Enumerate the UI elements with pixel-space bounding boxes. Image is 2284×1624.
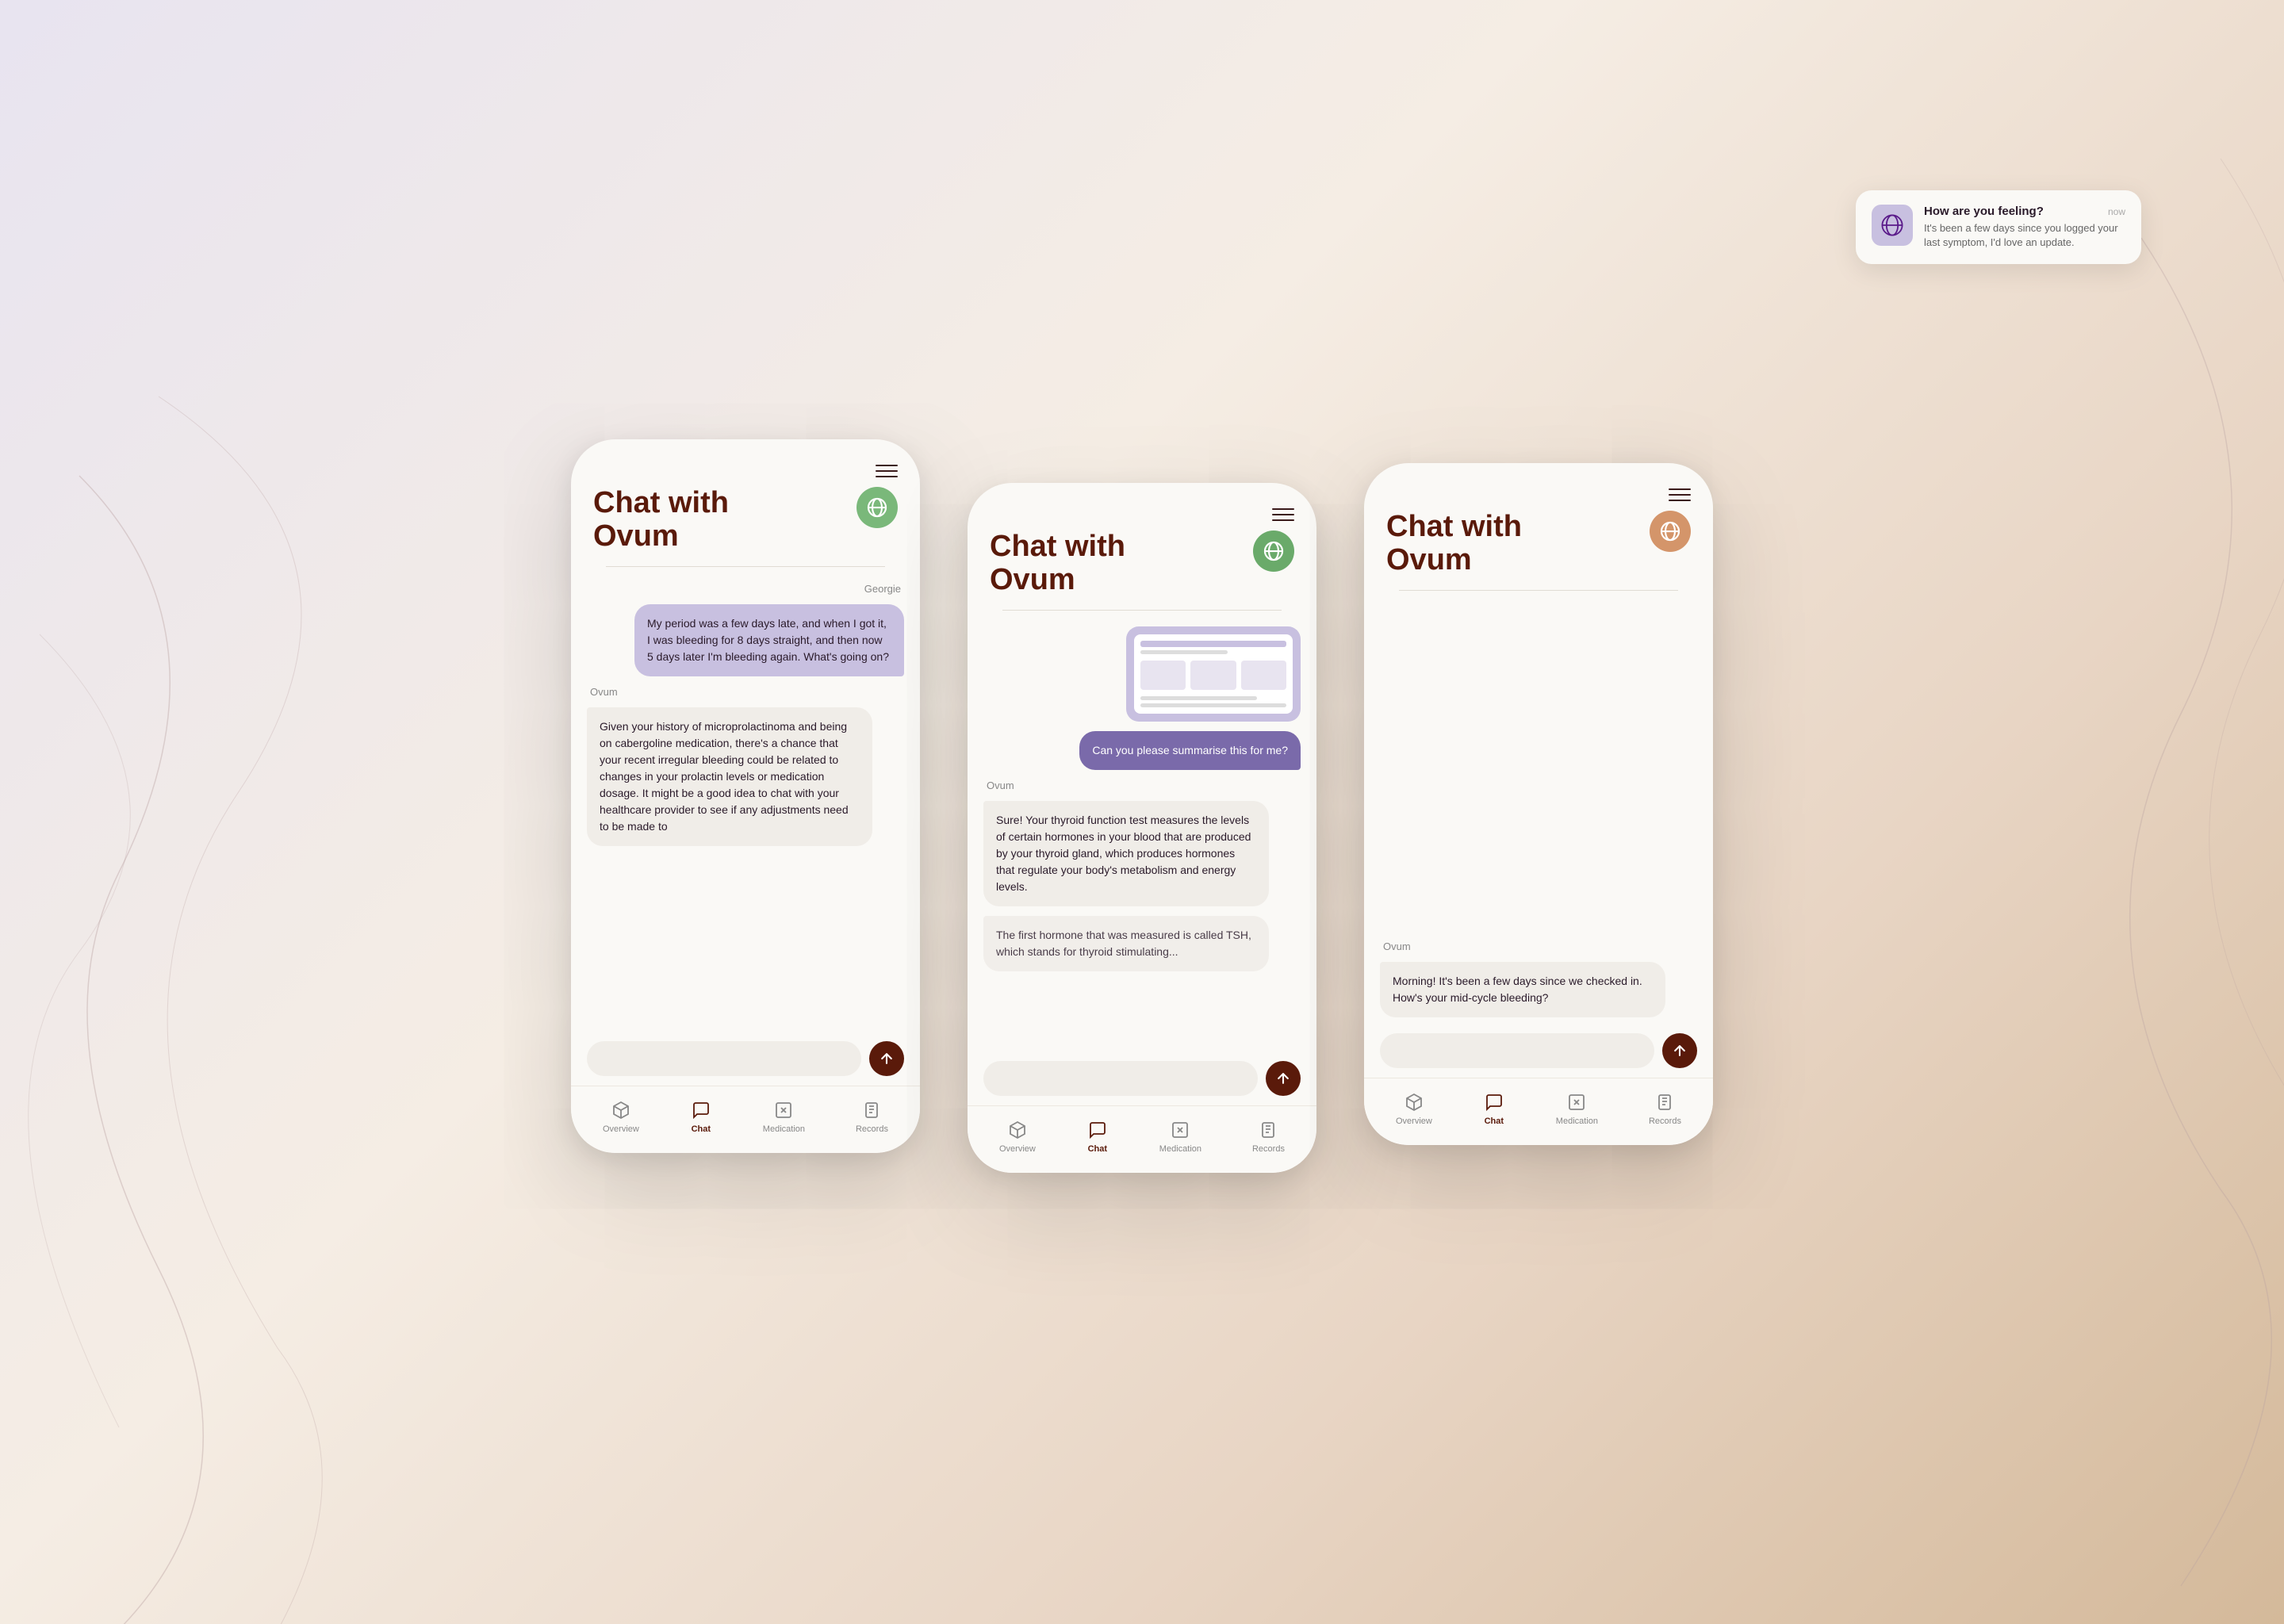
phone-2-menu-icon[interactable] [1272, 508, 1294, 521]
phone-2-ovum-icon[interactable] [1253, 530, 1294, 572]
chat-icon-2 [1086, 1119, 1109, 1141]
phone-3-nav-overview-label: Overview [1396, 1116, 1432, 1126]
phone-2-nav-medication-label: Medication [1159, 1144, 1201, 1154]
phone-3-nav-records-label: Records [1649, 1116, 1681, 1126]
phone-1-title: Chat with Ovum [593, 487, 729, 553]
phone-3-send-btn[interactable] [1662, 1033, 1697, 1068]
phone-1-bottom-nav: Overview Chat Medication [571, 1086, 920, 1153]
overview-icon-2 [1006, 1119, 1029, 1141]
phone-3-nav-medication[interactable]: Medication [1543, 1088, 1611, 1129]
phone-3-ovum-icon[interactable] [1650, 511, 1691, 552]
phone-3-input-bar [1364, 1024, 1713, 1078]
phone-1-nav-chat[interactable]: Chat [677, 1096, 725, 1137]
phone-3-nav-records[interactable]: Records [1636, 1088, 1694, 1129]
phone-3-ai-label: Ovum [1380, 940, 1697, 952]
chat-icon [690, 1099, 712, 1121]
overview-icon [610, 1099, 632, 1121]
phone-3-menu-icon[interactable] [1669, 488, 1691, 501]
phone-3-ai-bubble: Morning! It's been a few days since we c… [1380, 962, 1665, 1017]
phone-2-nav-chat-label: Chat [1088, 1144, 1107, 1154]
medication-icon [772, 1099, 795, 1121]
phone-3-input[interactable] [1380, 1033, 1654, 1068]
phone-2-title: Chat with Ovum [990, 530, 1125, 597]
phone-1-ai-bubble: Given your history of microprolactinoma … [587, 707, 872, 846]
phone-3: Chat with Ovum Ovum Morning! It's been a… [1364, 463, 1713, 1145]
phone-1-nav-overview[interactable]: Overview [590, 1096, 652, 1137]
phone-1-nav-overview-label: Overview [603, 1124, 639, 1134]
phone-3-nav-overview[interactable]: Overview [1383, 1088, 1445, 1129]
records-icon-2 [1257, 1119, 1279, 1141]
phone-2-ai-bubble-2: The first hormone that was measured is c… [983, 916, 1269, 971]
phone-2-bottom-nav: Overview Chat Medication [968, 1105, 1316, 1173]
phone-2-nav-medication[interactable]: Medication [1147, 1116, 1214, 1157]
phone-2-send-btn[interactable] [1266, 1061, 1301, 1096]
phone-2-user-bubble: Can you please summarise this for me? [1079, 731, 1301, 770]
phone-1-ai-label: Ovum [587, 686, 904, 698]
phone-3-nav-chat-label: Chat [1485, 1116, 1504, 1126]
phone-2-input[interactable] [983, 1061, 1258, 1096]
medication-icon-2 [1169, 1119, 1191, 1141]
overview-icon-3 [1403, 1091, 1425, 1113]
phone-1-nav-records[interactable]: Records [843, 1096, 901, 1137]
phone-2-ai-bubble-1: Sure! Your thyroid function test measure… [983, 801, 1269, 906]
phone-3-title: Chat with Ovum [1386, 511, 1522, 577]
doc-preview [1134, 634, 1293, 714]
records-icon-3 [1654, 1091, 1676, 1113]
phone-1-chat-area: Georgie My period was a few days late, a… [571, 576, 920, 1032]
records-icon [860, 1099, 883, 1121]
medication-icon-3 [1565, 1091, 1588, 1113]
phone-2-ai-label: Ovum [983, 779, 1301, 791]
phone-2: Chat with Ovum [968, 483, 1316, 1173]
phone-1-nav-medication[interactable]: Medication [750, 1096, 818, 1137]
phone-1-input-bar [571, 1032, 920, 1086]
phone-3-bottom-nav: Overview Chat Medication [1364, 1078, 1713, 1145]
phone-1-nav-records-label: Records [856, 1124, 888, 1134]
phone-1-input[interactable] [587, 1041, 861, 1076]
phones-container: Chat with Ovum Georgie My period was a f… [0, 0, 2284, 1624]
phone-2-nav-chat[interactable]: Chat [1074, 1116, 1121, 1157]
phone-2-nav-overview[interactable]: Overview [987, 1116, 1048, 1157]
phone-2-input-bar [968, 1051, 1316, 1105]
phone-3-nav-chat[interactable]: Chat [1470, 1088, 1518, 1129]
phone-1-user-bubble: My period was a few days late, and when … [634, 604, 904, 676]
phone-2-nav-records-label: Records [1252, 1144, 1285, 1154]
phone-1-header: Chat with Ovum [571, 439, 920, 566]
phone-2-nav-records[interactable]: Records [1240, 1116, 1297, 1157]
phone-2-doc-bubble [1126, 626, 1301, 722]
phone-1-ovum-icon[interactable] [856, 487, 898, 528]
phone-3-header: Chat with Ovum [1364, 463, 1713, 590]
phone-1-menu-icon[interactable] [876, 465, 898, 477]
phone-1-nav-chat-label: Chat [692, 1124, 711, 1134]
phone-2-nav-overview-label: Overview [999, 1144, 1036, 1154]
phone-1: Chat with Ovum Georgie My period was a f… [571, 439, 920, 1153]
chat-icon-3 [1483, 1091, 1505, 1113]
phone-3-chat-area: Ovum Morning! It's been a few days since… [1364, 600, 1713, 1024]
phone-1-nav-medication-label: Medication [763, 1124, 805, 1134]
phone-1-user-label: Georgie [587, 583, 904, 595]
phone-1-send-btn[interactable] [869, 1041, 904, 1076]
phone-2-chat-area: Can you please summarise this for me? Ov… [968, 620, 1316, 1051]
phone-2-header: Chat with Ovum [968, 483, 1316, 610]
phone-3-nav-medication-label: Medication [1556, 1116, 1598, 1126]
